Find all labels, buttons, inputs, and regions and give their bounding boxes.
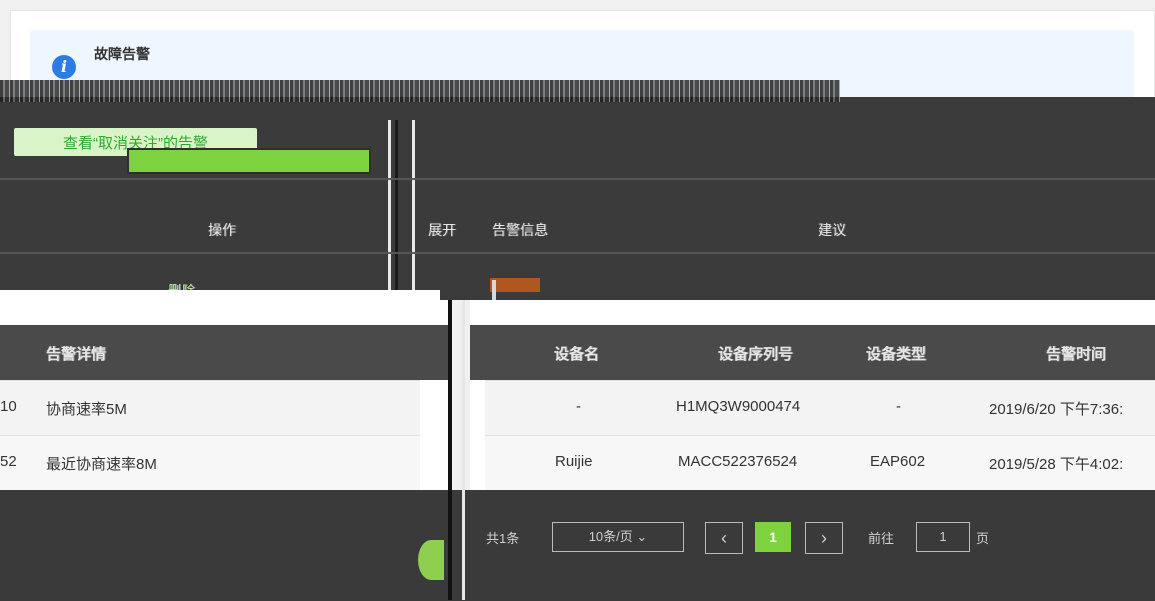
table-header: 告警详情: [0, 325, 450, 380]
filter-selector[interactable]: [127, 148, 371, 174]
info-icon: i: [52, 55, 76, 79]
column-header-alarm-info: 告警信息: [492, 222, 548, 238]
column-header-alarm-time: 告警时间: [1046, 346, 1107, 363]
alarm-level-badge: [490, 278, 540, 292]
goto-page-input[interactable]: 1: [916, 522, 970, 552]
alarm-detail-cell: 最近协商速率8M: [46, 456, 157, 473]
alarm-time-cell: 2019/5/28 下午4:02:: [989, 456, 1124, 473]
pagination-total: 共1条: [486, 531, 520, 546]
prev-page-button[interactable]: ‹: [705, 522, 743, 554]
table-row[interactable]: - H1MQ3W9000474 - 2019/6/20 下午7:36:: [485, 380, 1155, 436]
row-id-fragment: 10: [0, 398, 17, 415]
device-name-cell: Ruijie: [555, 453, 593, 470]
divider-line: [448, 300, 452, 600]
table-header: 设备名 设备序列号 设备类型 告警时间: [470, 325, 1155, 380]
glitch-strip: [0, 80, 840, 102]
divider-line: [0, 178, 1155, 180]
chevron-down-icon: ⌄: [636, 529, 648, 544]
divider-line: [395, 120, 398, 300]
alarm-table-right: 设备名 设备序列号 设备类型 告警时间 - H1MQ3W9000474 - 20…: [470, 300, 1155, 522]
divider-line: [412, 120, 415, 300]
divider-line: [388, 120, 391, 300]
alarm-time-cell: 2019/6/20 下午7:36:: [989, 401, 1124, 418]
page-size-value: 10条/页: [588, 529, 633, 544]
table-row[interactable]: 10 协商速率5M: [0, 380, 420, 436]
divider-line: [0, 252, 1155, 254]
glitch-strip: [0, 290, 440, 300]
notice-title: 故障告警: [94, 46, 150, 62]
column-header-alarm-detail: 告警详情: [46, 346, 107, 363]
serial-cell: MACC522376524: [678, 453, 798, 470]
alarm-detail-cell: 协商速率5M: [46, 401, 127, 418]
column-header-expand: 展开: [428, 222, 456, 238]
column-header-device-type: 设备类型: [866, 346, 927, 363]
table-row[interactable]: 52 最近协商速率8M: [0, 435, 420, 492]
table-row[interactable]: Ruijie MACC522376524 EAP602 2019/5/28 下午…: [485, 435, 1155, 492]
divider-line: [462, 300, 465, 600]
next-page-button[interactable]: ›: [805, 522, 843, 554]
column-header-serial: 设备序列号: [718, 346, 794, 363]
serial-cell: H1MQ3W9000474: [676, 398, 801, 415]
page-1-button[interactable]: 1: [755, 522, 791, 552]
alarm-table-left: 告警详情 10 协商速率5M 52 最近协商速率8M: [0, 300, 450, 522]
page-size-select[interactable]: 10条/页 ⌄: [552, 522, 684, 552]
row-id-fragment: 52: [0, 453, 17, 470]
column-header-operation: 操作: [208, 222, 236, 238]
goto-label: 前往: [868, 531, 895, 546]
scroll-handle[interactable]: [418, 540, 444, 580]
column-header-device-name: 设备名: [554, 346, 600, 363]
device-type-cell: EAP602: [870, 453, 926, 470]
device-type-cell: -: [896, 398, 901, 415]
goto-suffix: 页: [976, 531, 990, 546]
column-header-suggestion: 建议: [818, 222, 846, 238]
device-name-cell: -: [576, 398, 581, 415]
